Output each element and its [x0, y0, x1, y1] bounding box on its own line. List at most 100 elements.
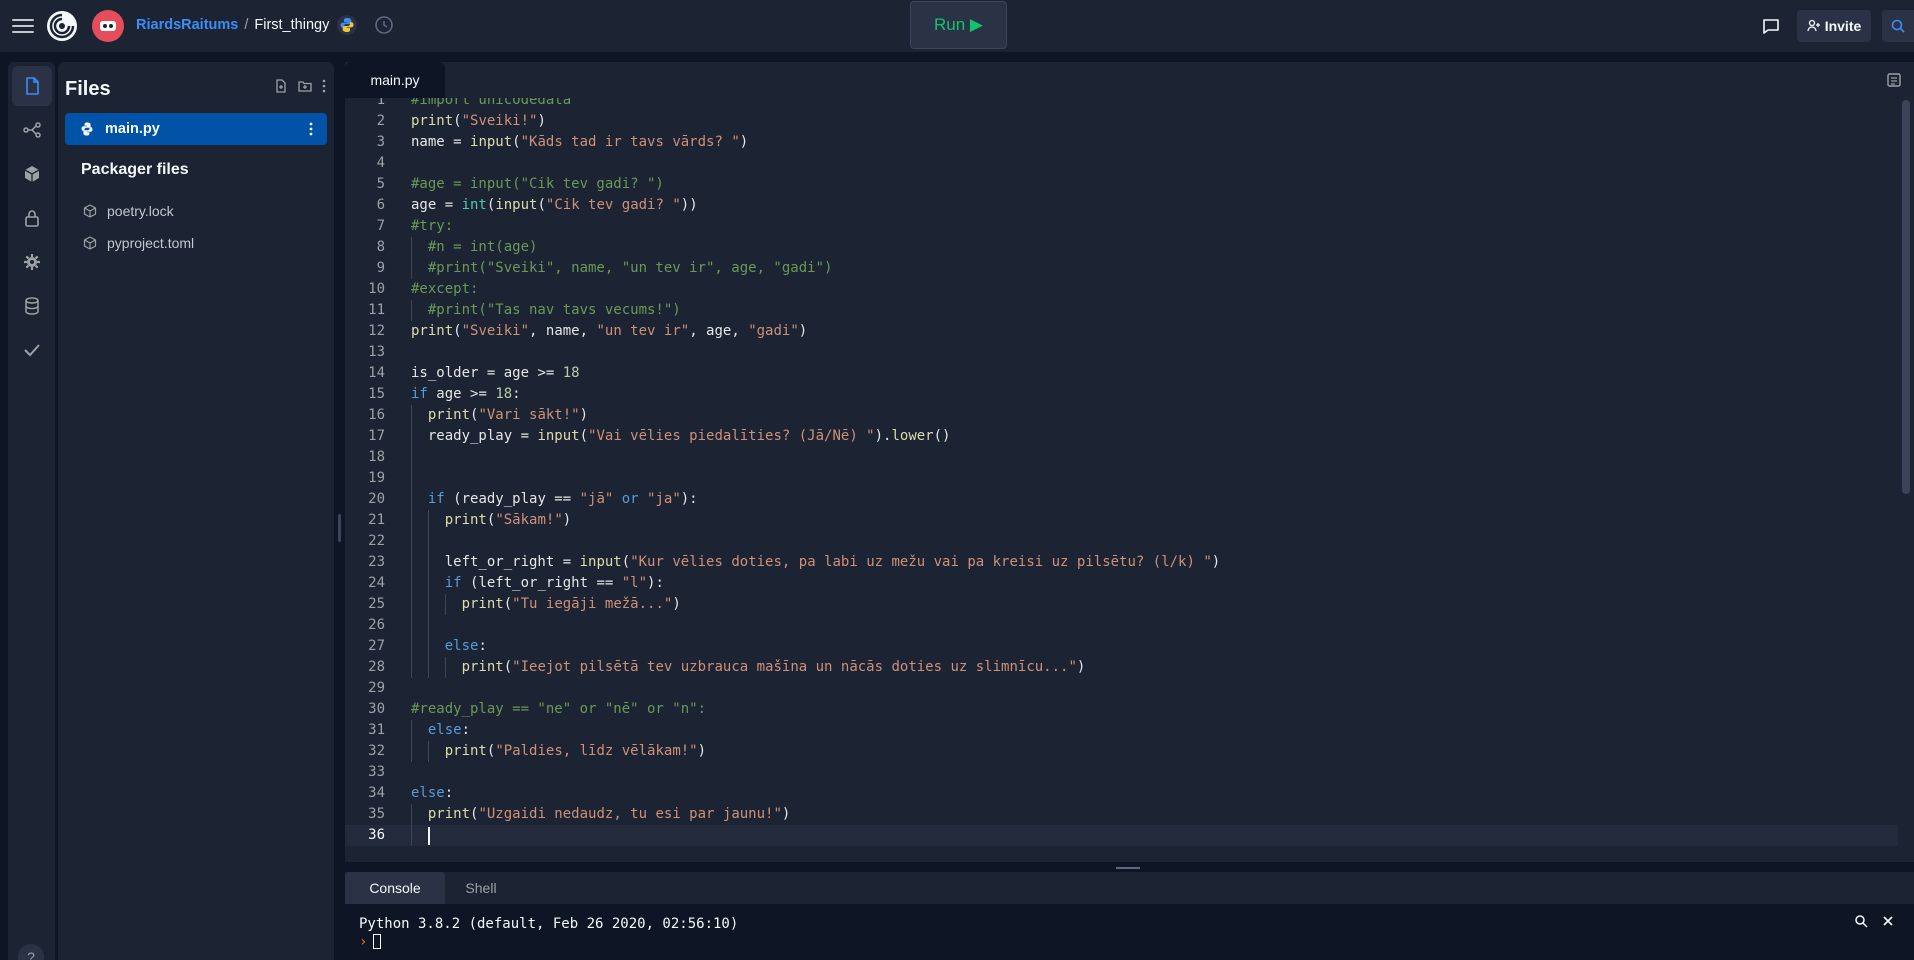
- code-line[interactable]: 23 left_or_right = input("Kur vēlies doti…: [345, 552, 1898, 573]
- code-line[interactable]: 7 #try:: [345, 216, 1898, 237]
- code-token: >=: [470, 386, 496, 402]
- invite-button[interactable]: Invite: [1797, 10, 1871, 42]
- code-line[interactable]: 27 else:: [345, 636, 1898, 657]
- code-line[interactable]: 15 if age >= 18:: [345, 384, 1898, 405]
- code-line[interactable]: 4: [345, 153, 1898, 174]
- menu-icon[interactable]: [12, 15, 34, 37]
- code-line[interactable]: 29: [345, 678, 1898, 699]
- panel-resize-handle[interactable]: [338, 514, 341, 542]
- code-token: )): [680, 197, 698, 213]
- code-token: (: [503, 659, 513, 675]
- code-line[interactable]: 34 else:: [345, 783, 1898, 804]
- code-text: print("Ieejot pilsētā tev uzbrauca mašīn…: [462, 657, 1086, 678]
- history-icon[interactable]: [373, 14, 395, 36]
- code-line[interactable]: 35 print("Uzgaidi nedaudz, tu esi par jau…: [345, 804, 1898, 825]
- code-token: is_older: [411, 365, 487, 381]
- file-item-pyproject-toml[interactable]: pyproject.toml: [83, 231, 194, 255]
- code-line[interactable]: 26: [345, 615, 1898, 636]
- search-button[interactable]: [1882, 10, 1914, 42]
- code-line[interactable]: 17 ready_play = input("Vai vēlies piedalī…: [345, 426, 1898, 447]
- run-button[interactable]: Run ▶: [910, 1, 1007, 49]
- new-folder-icon[interactable]: [298, 79, 312, 93]
- indent-guide: [427, 573, 429, 594]
- code-token: left_or_right: [444, 554, 563, 570]
- code-line[interactable]: 31 else:: [345, 720, 1898, 741]
- editor-menu-icon[interactable]: [1886, 72, 1902, 88]
- code-line[interactable]: 16 print("Vari sākt!"): [345, 405, 1898, 426]
- code-line[interactable]: 20 if (ready_play == "jā" or "ja"):: [345, 489, 1898, 510]
- code-line[interactable]: 6 age = int(input("Cik tev gadi? ")): [345, 195, 1898, 216]
- console-prompt-line[interactable]: ›: [359, 934, 382, 950]
- username-link[interactable]: RiardsRaitums: [136, 17, 238, 33]
- code-line[interactable]: 9 #print("Sveiki", name, "un tev ir", age…: [345, 258, 1898, 279]
- code-text: if (left_or_right == "l"):: [445, 573, 664, 594]
- code-line[interactable]: 10 #except:: [345, 279, 1898, 300]
- code-line[interactable]: 12 print("Sveiki", name, "un tev ir", age…: [345, 321, 1898, 342]
- rail-packages[interactable]: [12, 154, 52, 194]
- file-item-main-py[interactable]: main.py: [65, 113, 327, 145]
- line-number: 8: [376, 239, 385, 255]
- code-token: input: [579, 554, 622, 570]
- avatar[interactable]: [92, 10, 124, 42]
- database-icon: [25, 297, 39, 315]
- tab-console[interactable]: Console: [345, 872, 445, 904]
- code-line[interactable]: 1 #import unicodedata: [345, 98, 1898, 111]
- code-line[interactable]: 28 print("Ieejot pilsētā tev uzbrauca maš…: [345, 657, 1898, 678]
- chat-icon[interactable]: [1761, 16, 1781, 36]
- code-editor[interactable]: 1 #import unicodedata 2 print("Sveiki!") 3 na…: [345, 98, 1914, 862]
- tab-main-py[interactable]: main.py: [345, 62, 445, 98]
- indent-guide: [411, 237, 412, 258]
- code-line[interactable]: 33: [345, 762, 1898, 783]
- rail-version-control[interactable]: [12, 110, 52, 150]
- code-line[interactable]: 19: [345, 468, 1898, 489]
- code-token: input: [495, 197, 538, 213]
- line-number: 18: [368, 449, 385, 465]
- code-token: "Kur vēlies doties, pa labi uz mežu vai …: [630, 554, 1212, 570]
- rail-database[interactable]: [12, 286, 52, 326]
- code-line[interactable]: 30 #ready_play == "ne" or "nē" or "n":: [345, 699, 1898, 720]
- editor-scrollbar[interactable]: [1902, 100, 1910, 494]
- console-tab-bar: Console Shell: [345, 872, 1914, 904]
- code-line[interactable]: 2 print("Sveiki!"): [345, 111, 1898, 132]
- replit-logo[interactable]: [46, 10, 78, 42]
- code-line[interactable]: 24 if (left_or_right == "l"):: [345, 573, 1898, 594]
- file-item-poetry-lock[interactable]: poetry.lock: [83, 199, 174, 223]
- new-file-icon[interactable]: [274, 79, 288, 93]
- rail-settings[interactable]: [12, 242, 52, 282]
- code-line[interactable]: 18: [345, 447, 1898, 468]
- code-line[interactable]: 11 #print("Tas nav tavs vecums!"): [345, 300, 1898, 321]
- search-icon[interactable]: [1854, 914, 1868, 928]
- code-line[interactable]: 25 print("Tu iegāji mežā..."): [345, 594, 1898, 615]
- help-button[interactable]: ?: [18, 944, 44, 960]
- console-output[interactable]: Python 3.8.2 (default, Feb 26 2020, 02:5…: [345, 904, 1914, 960]
- rail-secrets[interactable]: [12, 198, 52, 238]
- split-resize-handle[interactable]: [1116, 867, 1140, 869]
- code-line[interactable]: 8 #n = int(age): [345, 237, 1898, 258]
- lock-icon: [25, 210, 39, 227]
- line-number: 21: [368, 512, 385, 528]
- rail-unit-tests[interactable]: [12, 330, 52, 370]
- line-number: 2: [376, 113, 385, 129]
- code-line[interactable]: 32 print("Paldies, līdz vēlākam!"): [345, 741, 1898, 762]
- python-language-icon[interactable]: [337, 15, 357, 35]
- line-number: 12: [368, 323, 385, 339]
- code-line[interactable]: 5 #age = input("Cik tev gadi? "): [345, 174, 1898, 195]
- repl-name[interactable]: First_thingy: [254, 17, 329, 33]
- rail-files[interactable]: [12, 66, 52, 106]
- code-line[interactable]: 36: [345, 825, 1898, 846]
- tab-shell[interactable]: Shell: [445, 872, 517, 904]
- indent-guide: [411, 573, 412, 594]
- code-token: #except:: [411, 281, 479, 297]
- more-options-icon[interactable]: [322, 79, 326, 93]
- breadcrumb: RiardsRaitums / First_thingy: [136, 17, 329, 33]
- indent-guide: [427, 531, 429, 552]
- code-token: 18: [495, 386, 513, 402]
- code-token: age: [436, 386, 471, 402]
- file-menu-button[interactable]: [299, 117, 323, 141]
- code-line[interactable]: 3 name = input("Kāds tad ir tavs vārds? "…: [345, 132, 1898, 153]
- code-line[interactable]: 22: [345, 531, 1898, 552]
- code-line[interactable]: 21 print("Sākam!"): [345, 510, 1898, 531]
- code-line[interactable]: 13: [345, 342, 1898, 363]
- clear-console-icon[interactable]: [1882, 915, 1894, 927]
- code-line[interactable]: 14 is_older = age >= 18: [345, 363, 1898, 384]
